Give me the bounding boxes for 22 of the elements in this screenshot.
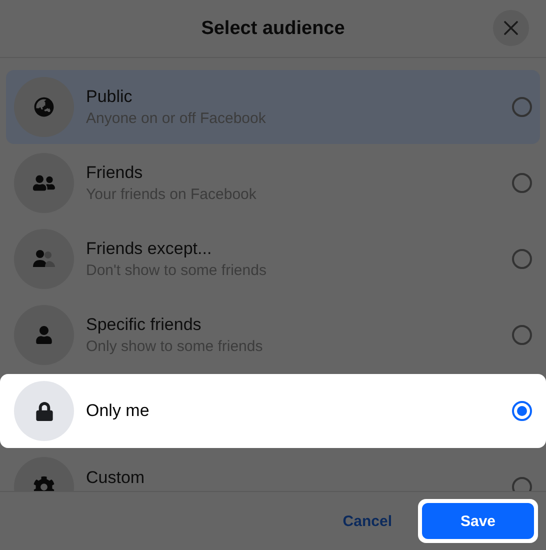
close-icon	[503, 20, 519, 36]
dialog-title: Select audience	[201, 18, 345, 40]
radio-button[interactable]	[512, 249, 532, 269]
option-title: Custom	[86, 468, 146, 488]
option-title: Friends	[86, 163, 144, 183]
option-title: Specific friends	[86, 315, 202, 335]
option-title: Friends except...	[86, 239, 213, 259]
radio-button[interactable]	[512, 173, 532, 193]
audience-option[interactable]: Only me	[6, 374, 540, 448]
cancel-button[interactable]: Cancel	[330, 504, 404, 538]
radio-button[interactable]	[512, 401, 532, 421]
lock-icon	[34, 402, 54, 420]
people-icon	[32, 249, 56, 269]
radio-button[interactable]	[512, 477, 532, 491]
person-icon	[35, 326, 53, 344]
option-title: Public	[86, 87, 134, 107]
radio-button[interactable]	[512, 97, 532, 117]
radio-button[interactable]	[512, 325, 532, 345]
save-button[interactable]: Save	[422, 503, 534, 539]
close-button[interactable]	[493, 10, 529, 46]
option-title: Only me	[86, 401, 150, 421]
globe-icon	[34, 97, 54, 117]
